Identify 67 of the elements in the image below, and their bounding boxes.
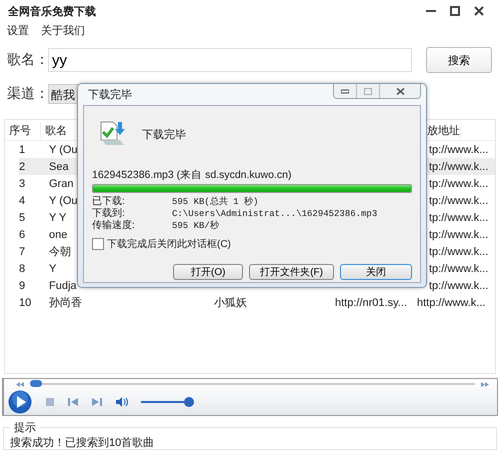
table-cell: http://nr01.sy...: [335, 296, 407, 308]
dialog-button[interactable]: 关闭: [340, 264, 412, 280]
close-icon[interactable]: [396, 88, 404, 94]
table-cell-text: 6: [19, 228, 26, 240]
download-complete-icon: [98, 120, 126, 148]
status-message: 搜索成功！已搜索到10首歌曲: [10, 437, 154, 449]
table-cell: 今朝: [49, 246, 71, 258]
detail-value: C:\Users\Administrat...\1629452386.mp3: [172, 208, 378, 220]
table-cell-text: 4: [19, 194, 26, 206]
play-button[interactable]: [8, 390, 32, 414]
table-cell: Y: [49, 262, 56, 274]
detail-label: 已下载:: [92, 196, 126, 208]
checkbox-label[interactable]: 下载完成后关闭此对话框(C): [107, 237, 231, 251]
table-cell: tp://www.k...: [429, 160, 488, 172]
checkbox[interactable]: [92, 238, 104, 250]
table-cell-text: 8: [19, 262, 26, 274]
table-cell: Fudja: [49, 280, 77, 292]
channel-label: 渠道：: [7, 85, 48, 103]
fast-forward-icon[interactable]: [481, 382, 489, 386]
table-cell-text: 7: [19, 246, 26, 258]
maximize-icon[interactable]: [450, 6, 460, 16]
table-cell: tp://www.k...: [429, 144, 488, 156]
song-name-label: 歌名：: [7, 51, 48, 69]
seek-thumb[interactable]: [30, 380, 42, 387]
close-icon[interactable]: [474, 6, 484, 16]
dialog-button[interactable]: 打开(O): [173, 264, 244, 280]
detail-value: 595 KB(总共 1 秒): [172, 196, 260, 208]
table-cell: Gran: [49, 178, 74, 190]
table-cell: tp://www.k...: [429, 178, 488, 190]
table-cell: Y (Ou: [49, 144, 78, 156]
detail-value: 595 KB/秒: [172, 220, 220, 232]
table-row[interactable]: 10 孙尚香 小狐妖 http://nr01.sy... http://www.k...: [19, 294, 495, 311]
table-cell: Y Y: [49, 212, 66, 224]
rewind-icon[interactable]: [16, 382, 24, 386]
search-button[interactable]: 搜索: [426, 47, 492, 73]
table-cell: tp://www.k...: [429, 228, 488, 240]
table-cell: tp://www.k...: [429, 280, 488, 292]
table-cell-text: 5: [19, 212, 26, 224]
previous-icon[interactable]: [68, 398, 78, 406]
hint-legend: 提示: [10, 420, 40, 435]
table-cell: http://www.k...: [417, 296, 486, 308]
detail-label: 下载到:: [92, 208, 126, 220]
dialog-button[interactable]: 打开文件夹(F): [249, 264, 334, 280]
table-cell-text: 9: [19, 280, 26, 292]
window-title: 全网音乐免费下载: [8, 4, 96, 18]
menu-item[interactable]: 设置: [7, 22, 29, 38]
dialog-heading: 下载完毕: [142, 128, 186, 142]
menu-item[interactable]: 关于我们: [41, 22, 85, 38]
table-cell-text: 3: [19, 178, 26, 190]
table-cell: 小狐妖: [214, 297, 247, 309]
file-name: 1629452386.mp3 (来自 sd.sycdn.kuwo.cn): [92, 168, 292, 182]
table-cell: 孙尚香: [49, 297, 82, 309]
volume-icon[interactable]: [116, 397, 128, 407]
volume-thumb[interactable]: [184, 397, 194, 407]
next-icon[interactable]: [92, 398, 102, 406]
column-header[interactable]: 放地址: [427, 124, 460, 136]
table-cell-text: 1: [19, 144, 26, 156]
table-cell: Y (Ou: [49, 194, 78, 206]
table-cell: Sea: [49, 160, 69, 172]
table-cell: one: [49, 228, 68, 240]
column-header[interactable]: 序号: [5, 122, 41, 138]
minimize-icon[interactable]: [341, 88, 349, 94]
dialog-title: 下载完毕: [88, 88, 132, 102]
table-cell-text: 10: [19, 296, 32, 308]
song-name-field[interactable]: yy: [48, 48, 412, 72]
detail-label: 传输速度:: [92, 220, 136, 232]
table-cell-text: 2: [19, 160, 26, 172]
